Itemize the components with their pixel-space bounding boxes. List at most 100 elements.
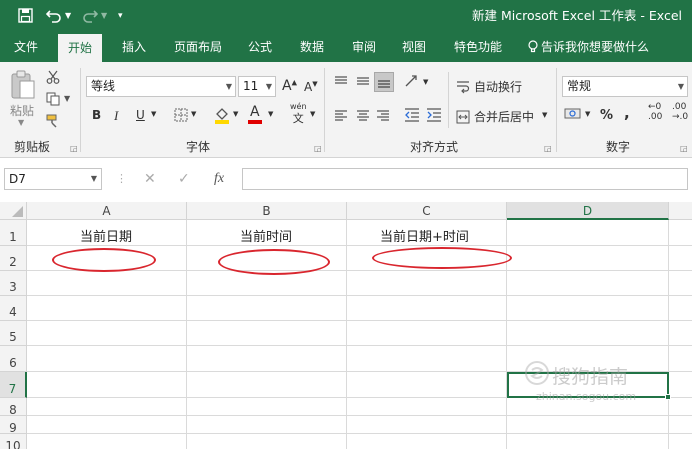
fill-color-dropdown-icon[interactable]: ▼ [233,110,238,118]
orientation-icon[interactable] [404,74,420,90]
align-bottom-button[interactable] [374,72,394,92]
align-middle-button[interactable] [354,72,372,90]
chevron-down-icon: ▼ [265,82,272,91]
column-header-d[interactable]: D [507,202,669,220]
cell-b1[interactable]: 当前时间 [240,226,292,245]
orientation-dropdown-icon[interactable]: ▼ [423,78,428,86]
merge-center-button[interactable]: 合并后居中 [456,108,534,125]
align-middle-icon [357,77,369,85]
comma-style-button[interactable]: , [624,104,630,122]
row-header-5[interactable]: 5 [0,321,27,346]
row-header-3[interactable]: 3 [0,271,27,296]
tab-data[interactable]: 数据 [300,32,324,62]
number-format-dropdown[interactable]: 常规 ▼ [562,76,688,97]
undo-dropdown-icon[interactable]: ▼ [65,0,71,32]
row-header-8[interactable]: 8 [0,398,27,417]
column-header-a[interactable]: A [27,202,187,220]
alignment-launcher-icon[interactable]: ◲ [544,144,552,153]
tab-insert[interactable]: 插入 [122,32,146,62]
tab-formulas[interactable]: 公式 [248,32,272,62]
tab-review[interactable]: 审阅 [352,32,376,62]
clipboard-launcher-icon[interactable]: ◲ [70,144,78,153]
borders-icon[interactable] [174,108,188,122]
align-left-icon[interactable] [334,110,348,122]
tab-view[interactable]: 视图 [402,32,426,62]
underline-dropdown-icon[interactable]: ▼ [151,110,156,118]
group-separator [324,68,325,152]
phonetic-dropdown-icon[interactable]: ▼ [310,110,315,118]
column-header-c[interactable]: C [347,202,507,220]
row-header-2[interactable]: 2 [0,246,27,271]
tab-home[interactable]: 开始 [58,34,103,62]
worksheet-grid[interactable]: A B C D 1 2 3 4 5 6 7 8 9 10 当前日期 当前时间 当… [0,202,692,449]
redo-icon[interactable] [82,8,98,23]
row-header-1[interactable]: 1 [0,220,27,246]
decrease-decimal-text: .00 [672,102,687,112]
decrease-decimal-button[interactable]: .00 →.0 [672,102,688,122]
align-center-icon[interactable] [356,110,370,122]
paste-icon[interactable] [10,70,36,100]
shrink-font-button[interactable]: A▼ [304,80,318,94]
number-format-value: 常规 [567,79,592,93]
wrap-text-button[interactable]: 自动换行 [456,78,522,95]
decrease-indent-icon[interactable] [404,108,420,122]
name-box[interactable]: D7 ▼ [4,168,102,190]
cancel-formula-button[interactable]: ✕ [144,168,156,190]
save-icon[interactable] [18,8,33,23]
font-name-dropdown[interactable]: 等线 ▼ [86,76,236,97]
tab-page-layout[interactable]: 页面布局 [174,32,222,62]
font-launcher-icon[interactable]: ◲ [314,144,322,153]
select-all-button[interactable] [0,202,27,220]
watermark-brand: 搜狗指南 [552,366,629,388]
row-header-4[interactable]: 4 [0,296,27,321]
tell-me-box[interactable]: 告诉我你想要做什么 [528,32,649,62]
row-header-9[interactable]: 9 [0,416,27,435]
column-header-b[interactable]: B [187,202,347,220]
align-top-icon[interactable] [334,76,348,88]
copy-icon[interactable] [46,92,60,106]
column-header-e[interactable] [669,202,692,220]
phonetic-top-text: wén [290,102,307,111]
percent-style-button[interactable]: % [600,108,613,123]
currency-format-icon[interactable] [564,106,582,122]
ribbon-home: 粘贴 ▼ ▼ 剪贴板 ◲ 等线 ▼ 11 ▼ A▲ A▼ B I U ▼ ▼ ▼… [0,62,692,158]
tab-special-features[interactable]: 特色功能 [454,32,502,62]
font-size-dropdown[interactable]: 11 ▼ [238,76,276,97]
font-color-button[interactable]: A [250,104,260,120]
cell-a1[interactable]: 当前日期 [80,226,132,245]
bold-button[interactable]: B [92,108,101,122]
customize-quick-access-icon[interactable]: ▾ [118,0,123,32]
italic-button[interactable]: I [114,108,118,124]
row-header-10[interactable]: 10 [0,434,27,449]
insert-function-button[interactable]: fx [214,168,224,190]
formula-input[interactable] [242,168,688,190]
fill-handle[interactable] [665,394,671,400]
font-color-swatch [248,120,262,124]
row-header-7[interactable]: 7 [0,372,27,398]
enter-formula-button[interactable]: ✓ [178,168,190,190]
chevron-down-icon: ▼ [677,82,684,91]
row-header-6[interactable]: 6 [0,346,27,372]
tab-file[interactable]: 文件 [14,32,38,62]
font-color-dropdown-icon[interactable]: ▼ [268,110,273,118]
cut-icon[interactable] [46,70,60,84]
paste-dropdown-icon[interactable]: ▼ [18,118,24,127]
increase-decimal-button[interactable]: ←0.00 [648,102,662,122]
format-painter-icon[interactable] [46,114,61,128]
increase-indent-icon[interactable] [426,108,442,122]
undo-icon[interactable] [46,8,62,23]
fill-color-icon[interactable] [214,106,230,124]
underline-button[interactable]: U [136,108,145,122]
row-gridline [27,320,692,321]
cell-c1[interactable]: 当前日期+时间 [380,226,469,245]
grow-font-button[interactable]: A▲ [282,78,297,94]
align-right-icon[interactable] [376,110,390,122]
phonetic-guide-button[interactable]: wén 文 [290,102,307,124]
borders-dropdown-icon[interactable]: ▼ [191,110,196,118]
currency-dropdown-icon[interactable]: ▼ [585,110,590,118]
redo-dropdown-icon[interactable]: ▼ [101,0,107,32]
number-launcher-icon[interactable]: ◲ [680,144,688,153]
merge-center-dropdown-icon[interactable]: ▼ [542,111,547,119]
copy-dropdown-icon[interactable]: ▼ [64,94,70,103]
paste-button[interactable]: 粘贴 [10,102,34,119]
